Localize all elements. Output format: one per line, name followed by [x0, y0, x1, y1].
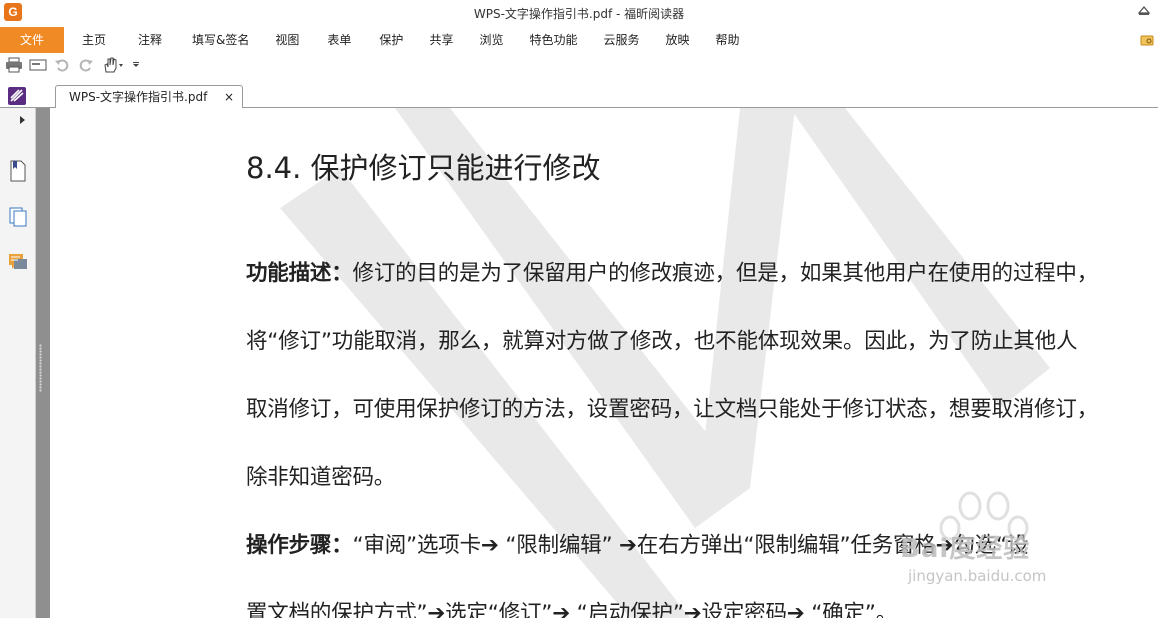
- menu-help[interactable]: 帮助: [706, 27, 750, 53]
- menu-file[interactable]: 文件: [0, 27, 64, 53]
- menu-slideshow[interactable]: 放映: [656, 27, 700, 53]
- paragraph-text: 将“修订”功能取消，那么，就算对方做了修改，也不能体现效果。因此，为了防止其他人: [246, 329, 1078, 354]
- paragraph-line: 置文档的保护方式”➔选定“修订”➔ “启动保护”➔设定密码➔ “确定”。: [246, 580, 1158, 618]
- foxit-pen-icon[interactable]: [8, 87, 26, 105]
- label-operation-steps: 操作步骤：: [246, 533, 353, 558]
- menu-browse[interactable]: 浏览: [469, 27, 513, 53]
- sidebar-splitter[interactable]: [36, 108, 50, 618]
- paragraph-line: 功能描述：修订的目的是为了保留用户的修改痕迹，但是，如果其他用户在使用的过程中，: [246, 240, 1158, 308]
- baidu-jingyan-url: jingyan.baidu.com: [908, 567, 1047, 585]
- close-tab-icon[interactable]: ×: [224, 86, 234, 108]
- document-tab-strip: WPS-文字操作指引书.pdf ×: [0, 82, 1158, 109]
- paragraph-line: 除非知道密码。: [246, 444, 1158, 512]
- paragraph-text: 修订的目的是为了保留用户的修改痕迹，但是，如果其他用户在使用的过程中，: [352, 261, 1099, 286]
- tab-document-label: WPS-文字操作指引书.pdf: [69, 90, 208, 104]
- search-folder-icon[interactable]: [1140, 33, 1154, 47]
- print-icon[interactable]: [4, 55, 24, 75]
- menu-bar: 文件 主页 注释 填写&签名 视图 表单 保护 共享 浏览 特色功能 云服务 放…: [0, 27, 1158, 53]
- pages-icon[interactable]: [8, 206, 28, 228]
- menu-view[interactable]: 视图: [265, 27, 309, 53]
- label-function-description: 功能描述：: [246, 261, 353, 286]
- menu-protect[interactable]: 保护: [369, 27, 413, 53]
- window-title: WPS-文字操作指引书.pdf - 福昕阅读器: [473, 7, 685, 21]
- menu-share[interactable]: 共享: [419, 27, 463, 53]
- redo-icon[interactable]: [76, 55, 96, 75]
- comments-icon[interactable]: [8, 252, 28, 274]
- menu-home[interactable]: 主页: [72, 27, 116, 53]
- customize-dropdown-icon[interactable]: [130, 55, 142, 75]
- tab-document[interactable]: WPS-文字操作指引书.pdf ×: [55, 85, 243, 109]
- menu-comment[interactable]: 注释: [128, 27, 172, 53]
- title-bar: G WPS-文字操作指引书.pdf - 福昕阅读器: [0, 0, 1158, 27]
- paragraph-text: 取消修订，可使用保护修订的方法，设置密码，让文档只能处于修订状态，想要取消修订，: [246, 397, 1099, 422]
- bookmark-icon[interactable]: [8, 160, 28, 182]
- menu-cloud[interactable]: 云服务: [593, 27, 649, 53]
- splitter-grip[interactable]: [39, 344, 42, 392]
- navigation-sidebar: [0, 108, 36, 618]
- scan-icon[interactable]: [28, 55, 48, 75]
- menu-features[interactable]: 特色功能: [519, 27, 587, 53]
- paragraph-text: 置文档的保护方式”➔选定“修订”➔ “启动保护”➔设定密码➔ “确定”。: [246, 601, 897, 618]
- paragraph-line: 取消修订，可使用保护修订的方法，设置密码，让文档只能处于修订状态，想要取消修订，: [246, 376, 1158, 444]
- minimize-ribbon-icon[interactable]: [1136, 3, 1152, 19]
- menu-fill-sign[interactable]: 填写&签名: [182, 27, 259, 53]
- section-heading: 8.4. 保护修订只能进行修改: [246, 151, 601, 185]
- undo-icon[interactable]: [52, 55, 72, 75]
- hand-tool-icon[interactable]: [100, 55, 126, 75]
- quick-access-toolbar: [0, 53, 300, 77]
- baidu-jingyan-logo: Bai度经验: [900, 534, 1031, 564]
- paragraph-text: 除非知道密码。: [246, 465, 396, 490]
- paragraph-line: 将“修订”功能取消，那么，就算对方做了修改，也不能体现效果。因此，为了防止其他人: [246, 308, 1158, 376]
- menu-form[interactable]: 表单: [317, 27, 361, 53]
- expand-panel-icon[interactable]: [20, 116, 25, 124]
